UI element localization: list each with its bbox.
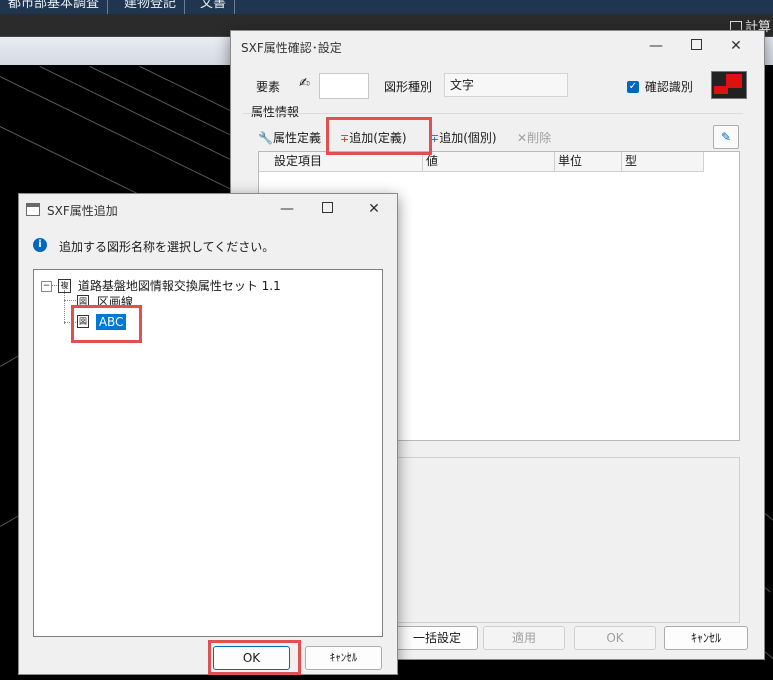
minimize-icon: — — [649, 38, 663, 54]
add-individual-button[interactable]: ∓追加(個別) — [430, 129, 497, 146]
window-app-icon — [26, 203, 40, 216]
close-button[interactable]: ✕ — [716, 31, 756, 61]
confirm-checkbox-label: 確認識別 — [644, 80, 693, 94]
close-icon: ✕ — [368, 201, 380, 217]
close-icon: ✕ — [730, 38, 742, 54]
tree-connector — [51, 285, 57, 286]
attr-def-label: 属性定義 — [272, 131, 321, 145]
maximize-button[interactable] — [307, 194, 347, 224]
highlight-ok — [208, 640, 301, 675]
sxf-window-titlebar[interactable]: SXF属性確認･設定 — ✕ — [231, 31, 764, 61]
tree-connector — [64, 290, 65, 324]
column-header-unit[interactable]: 単位 — [555, 152, 622, 172]
app-tab-urban-survey[interactable]: 都市部基本調査 — [0, 0, 109, 14]
collapse-icon[interactable]: − — [41, 281, 52, 292]
add-dialog-titlebar[interactable]: SXF属性追加 — ✕ — [19, 194, 397, 224]
add-individual-label: 追加(個別) — [439, 131, 497, 145]
canvas-line — [139, 66, 239, 116]
element-field[interactable] — [319, 73, 369, 99]
instruction-text: 追加する図形名称を選択してください。 — [59, 240, 275, 254]
app-tab-building-registry[interactable]: 建物登記 — [116, 0, 186, 14]
delete-x-icon: ✕ — [517, 131, 528, 145]
delete-button[interactable]: ✕削除 — [517, 129, 551, 146]
minimize-button[interactable]: — — [636, 31, 676, 61]
attribute-group-label: 属性情報 — [251, 105, 300, 119]
color-swatch-red — [726, 74, 742, 88]
shape-type-field: 文字 — [444, 73, 568, 97]
batch-set-button[interactable]: 一括設定 — [396, 626, 478, 650]
shape-type-label: 図形種別 — [384, 80, 433, 94]
delete-label: 削除 — [527, 131, 552, 145]
apply-button[interactable]: 適用 — [483, 626, 565, 650]
pick-element-icon[interactable]: ✍ — [299, 76, 310, 91]
close-button[interactable]: ✕ — [354, 194, 394, 224]
sxf-cancel-button[interactable]: ｷｬﾝｾﾙ — [664, 626, 748, 650]
color-swatch-red-lower — [714, 86, 728, 94]
maximize-button[interactable] — [676, 31, 716, 61]
pick-attribute-button[interactable]: ✎ — [713, 125, 739, 149]
maximize-icon — [321, 202, 333, 213]
description-panel — [395, 457, 740, 623]
confirm-checkbox[interactable]: ✓ 確認識別 — [627, 78, 693, 95]
canvas-line — [0, 76, 234, 191]
sxf-add-dialog: SXF属性追加 — ✕ i 追加する図形名称を選択してください。 − 複 道路基… — [18, 193, 398, 675]
eyedropper-icon: ✎ — [720, 130, 732, 144]
info-icon: i — [33, 238, 47, 252]
tree-root-item[interactable]: 複 道路基盤地図情報交換属性セット 1.1 — [58, 277, 281, 294]
column-header-item[interactable]: 設定項目 — [259, 152, 423, 172]
sxf-ok-button[interactable]: OK — [574, 626, 656, 650]
tree-root-label: 道路基盤地図情報交換属性セット 1.1 — [77, 279, 281, 293]
add-dialog-cancel-button[interactable]: ｷｬﾝｾﾙ — [305, 646, 382, 670]
tree-connector — [64, 300, 76, 301]
checkbox-checked-icon: ✓ — [627, 80, 639, 93]
minimize-icon: — — [280, 201, 294, 217]
column-header-value[interactable]: 値 — [423, 152, 555, 172]
app-tab-bar: 都市部基本調査 建物登記 文書 — [0, 0, 773, 14]
minimize-button[interactable]: — — [267, 194, 307, 224]
add-dialog-title: SXF属性追加 — [47, 204, 118, 218]
highlight-add-def — [326, 117, 432, 155]
wrench-icon: 🔧 — [258, 131, 273, 145]
group-divider — [243, 113, 743, 114]
maximize-icon — [690, 39, 702, 50]
app-tab-document[interactable]: 文書 — [192, 0, 236, 14]
column-header-type[interactable]: 型 — [622, 152, 704, 172]
element-label: 要素 — [256, 80, 281, 94]
highlight-abc — [71, 305, 142, 343]
sxf-window-title: SXF属性確認･設定 — [241, 41, 342, 55]
canvas-line — [39, 66, 238, 164]
attr-def-button[interactable]: 🔧属性定義 — [258, 129, 321, 146]
color-swatch[interactable] — [711, 71, 747, 99]
